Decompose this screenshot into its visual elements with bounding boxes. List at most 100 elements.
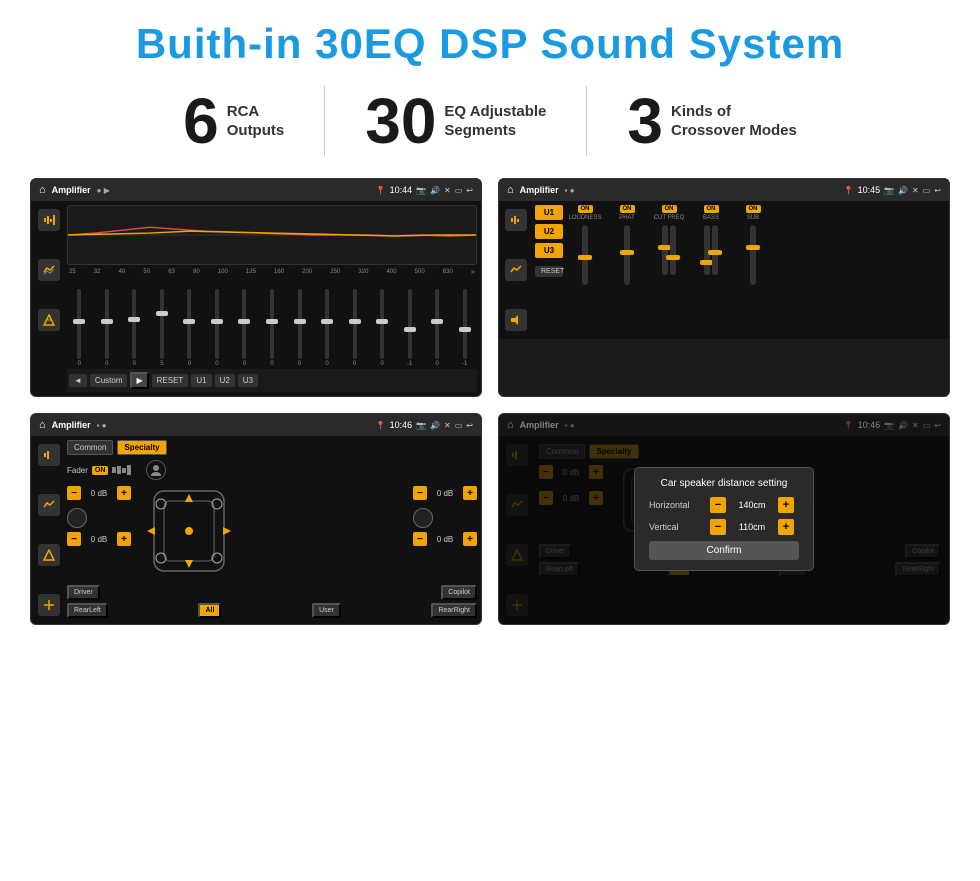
eq-freq-labels: 25 32 40 50 63 80 100 125 160 200 250 32… <box>67 269 477 276</box>
bass-label: BASS <box>703 215 719 221</box>
eq-slider-11: 0 <box>370 289 395 367</box>
eq-play-btn[interactable]: ▶ <box>130 372 148 389</box>
copilot-btn[interactable]: Copilot <box>441 585 477 600</box>
driver-btn[interactable]: Driver <box>67 585 100 600</box>
tab-specialty[interactable]: Specialty <box>117 440 166 455</box>
eq-sidebar-btn-3[interactable] <box>38 309 60 331</box>
dialog-horizontal-value: 140cm <box>732 500 772 510</box>
phat-slider[interactable] <box>624 225 630 285</box>
home-icon-3: ⌂ <box>39 419 46 431</box>
u2-btn[interactable]: U2 <box>535 224 563 239</box>
u1-btn[interactable]: U1 <box>535 205 563 220</box>
loudness-slider[interactable] <box>582 225 588 285</box>
topbar-common-icons: 📍 10:46 📷 🔊 ✕ ▭ ↩ <box>376 420 473 430</box>
eq-sidebar-btn-2[interactable] <box>38 259 60 281</box>
rearleft-btn[interactable]: RearLeft <box>67 603 108 618</box>
control-cutfreq: ON CUT FREQ <box>651 205 687 287</box>
rearright-btn[interactable]: RearRight <box>431 603 477 618</box>
topbar-eq-icons: 📍 10:44 📷 🔊 ✕ ▭ ↩ <box>376 185 473 195</box>
vol-minus-tl[interactable]: − <box>67 486 81 500</box>
topbar-eq-title: Amplifier <box>52 185 91 195</box>
bass-slider-g[interactable] <box>712 225 718 275</box>
u3-btn[interactable]: U3 <box>535 243 563 258</box>
vol-minus-br[interactable]: − <box>413 532 427 546</box>
eq-graph <box>67 205 477 265</box>
vol-group-br: − 0 dB + <box>413 532 477 546</box>
dialog-horizontal-plus[interactable]: + <box>778 497 794 513</box>
crossover-wave-btn[interactable] <box>505 259 527 281</box>
dialog-box: Car speaker distance setting Horizontal … <box>634 467 814 571</box>
vol-minus-bl[interactable]: − <box>67 532 81 546</box>
eq-body: 25 32 40 50 63 80 100 125 160 200 250 32… <box>31 201 481 396</box>
crossover-eq-btn[interactable] <box>505 209 527 231</box>
eq-slider-6: 0 <box>232 289 257 367</box>
bottom-btns-row: Driver Copilot <box>67 585 477 600</box>
cutfreq-slider-g[interactable] <box>670 225 676 275</box>
stat-crossover-text: Kinds of Crossover Modes <box>671 102 797 141</box>
control-sub: ON SUB <box>735 205 771 287</box>
crossover-controls-area: ON LOUDNESS ON PHAT <box>567 205 945 335</box>
loudness-label: LOUDNESS <box>568 215 601 221</box>
loudness-on-badge: ON <box>578 205 593 213</box>
fader-badge: ON <box>92 466 109 475</box>
stat-eq: 30 EQ Adjustable Segments <box>325 89 586 153</box>
eq-custom-btn[interactable]: Custom <box>90 374 128 387</box>
stats-row: 6 RCA Outputs 30 EQ Adjustable Segments … <box>30 86 950 156</box>
stat-rca: 6 RCA Outputs <box>143 89 324 153</box>
vol-plus-tl[interactable]: + <box>117 486 131 500</box>
right-vol-controls: − 0 dB + − 0 dB + <box>413 486 477 550</box>
speaker-tr-icon <box>413 508 433 528</box>
eq-u1-btn[interactable]: U1 <box>191 374 211 387</box>
vol-val-br: 0 dB <box>430 535 460 544</box>
all-btn[interactable]: All <box>198 603 221 618</box>
vol-plus-tr[interactable]: + <box>463 486 477 500</box>
topbar-common-title: Amplifier <box>52 420 91 430</box>
eq-sliders-row: 0 0 0 5 <box>67 279 477 369</box>
stat-crossover-number: 3 <box>627 89 663 153</box>
common-arrows-btn[interactable] <box>38 594 60 616</box>
user-btn[interactable]: User <box>312 603 341 618</box>
vol-val-tr: 0 dB <box>430 489 460 498</box>
common-surround-btn[interactable] <box>38 544 60 566</box>
stat-rca-text: RCA Outputs <box>227 102 285 141</box>
cutfreq-slider-f[interactable] <box>662 225 668 275</box>
vol-group-tr: − 0 dB + <box>413 486 477 500</box>
vol-plus-br[interactable]: + <box>463 532 477 546</box>
speaker-tl-icon <box>67 508 87 528</box>
dialog-title: Car speaker distance setting <box>649 478 799 489</box>
eq-reset-btn[interactable]: RESET <box>152 374 189 387</box>
dialog-vertical-minus[interactable]: − <box>710 519 726 535</box>
vol-minus-tr[interactable]: − <box>413 486 427 500</box>
phat-on-badge: ON <box>620 205 635 213</box>
common-eq-btn[interactable] <box>38 444 60 466</box>
eq-sidebar <box>35 205 63 392</box>
crossover-reset-btn[interactable]: RESET <box>535 266 563 277</box>
confirm-button[interactable]: Confirm <box>649 541 799 560</box>
tab-common[interactable]: Common <box>67 440 113 455</box>
crossover-sidebar <box>503 205 531 335</box>
dialog-horizontal-minus[interactable]: − <box>710 497 726 513</box>
vol-plus-bl[interactable]: + <box>117 532 131 546</box>
eq-u2-btn[interactable]: U2 <box>215 374 235 387</box>
more-icon: » <box>471 269 475 276</box>
fader-bars-icon <box>112 465 142 475</box>
eq-sidebar-btn-1[interactable] <box>38 209 60 231</box>
eq-slider-7: 0 <box>260 289 285 367</box>
crossover-vol-btn[interactable] <box>505 309 527 331</box>
stat-crossover: 3 Kinds of Crossover Modes <box>587 89 836 153</box>
eq-u3-btn[interactable]: U3 <box>238 374 258 387</box>
topbar-common: ⌂ Amplifier ▪ ● 📍 10:46 📷 🔊 ✕ ▭ ↩ <box>31 414 481 436</box>
eq-prev-btn[interactable]: ◄ <box>69 374 87 387</box>
common-sidebar <box>35 440 63 620</box>
dialog-vertical-row: Vertical − 110cm + <box>649 519 799 535</box>
bottom-row-2: RearLeft All User RearRight <box>67 603 477 618</box>
eq-bottom-btns: ◄ Custom ▶ RESET U1 U2 U3 <box>67 369 477 392</box>
dialog-vertical-plus[interactable]: + <box>778 519 794 535</box>
profile-icon[interactable] <box>146 460 166 480</box>
sub-slider[interactable] <box>750 225 756 285</box>
home-icon-2: ⌂ <box>507 184 514 196</box>
common-wave-btn[interactable] <box>38 494 60 516</box>
sub-label: SUB <box>747 215 759 221</box>
eq-slider-0: 0 <box>67 289 92 367</box>
screen-dialog: ⌂ Amplifier ▪ ● 📍 10:46 📷 🔊 ✕ ▭ ↩ <box>498 413 950 625</box>
